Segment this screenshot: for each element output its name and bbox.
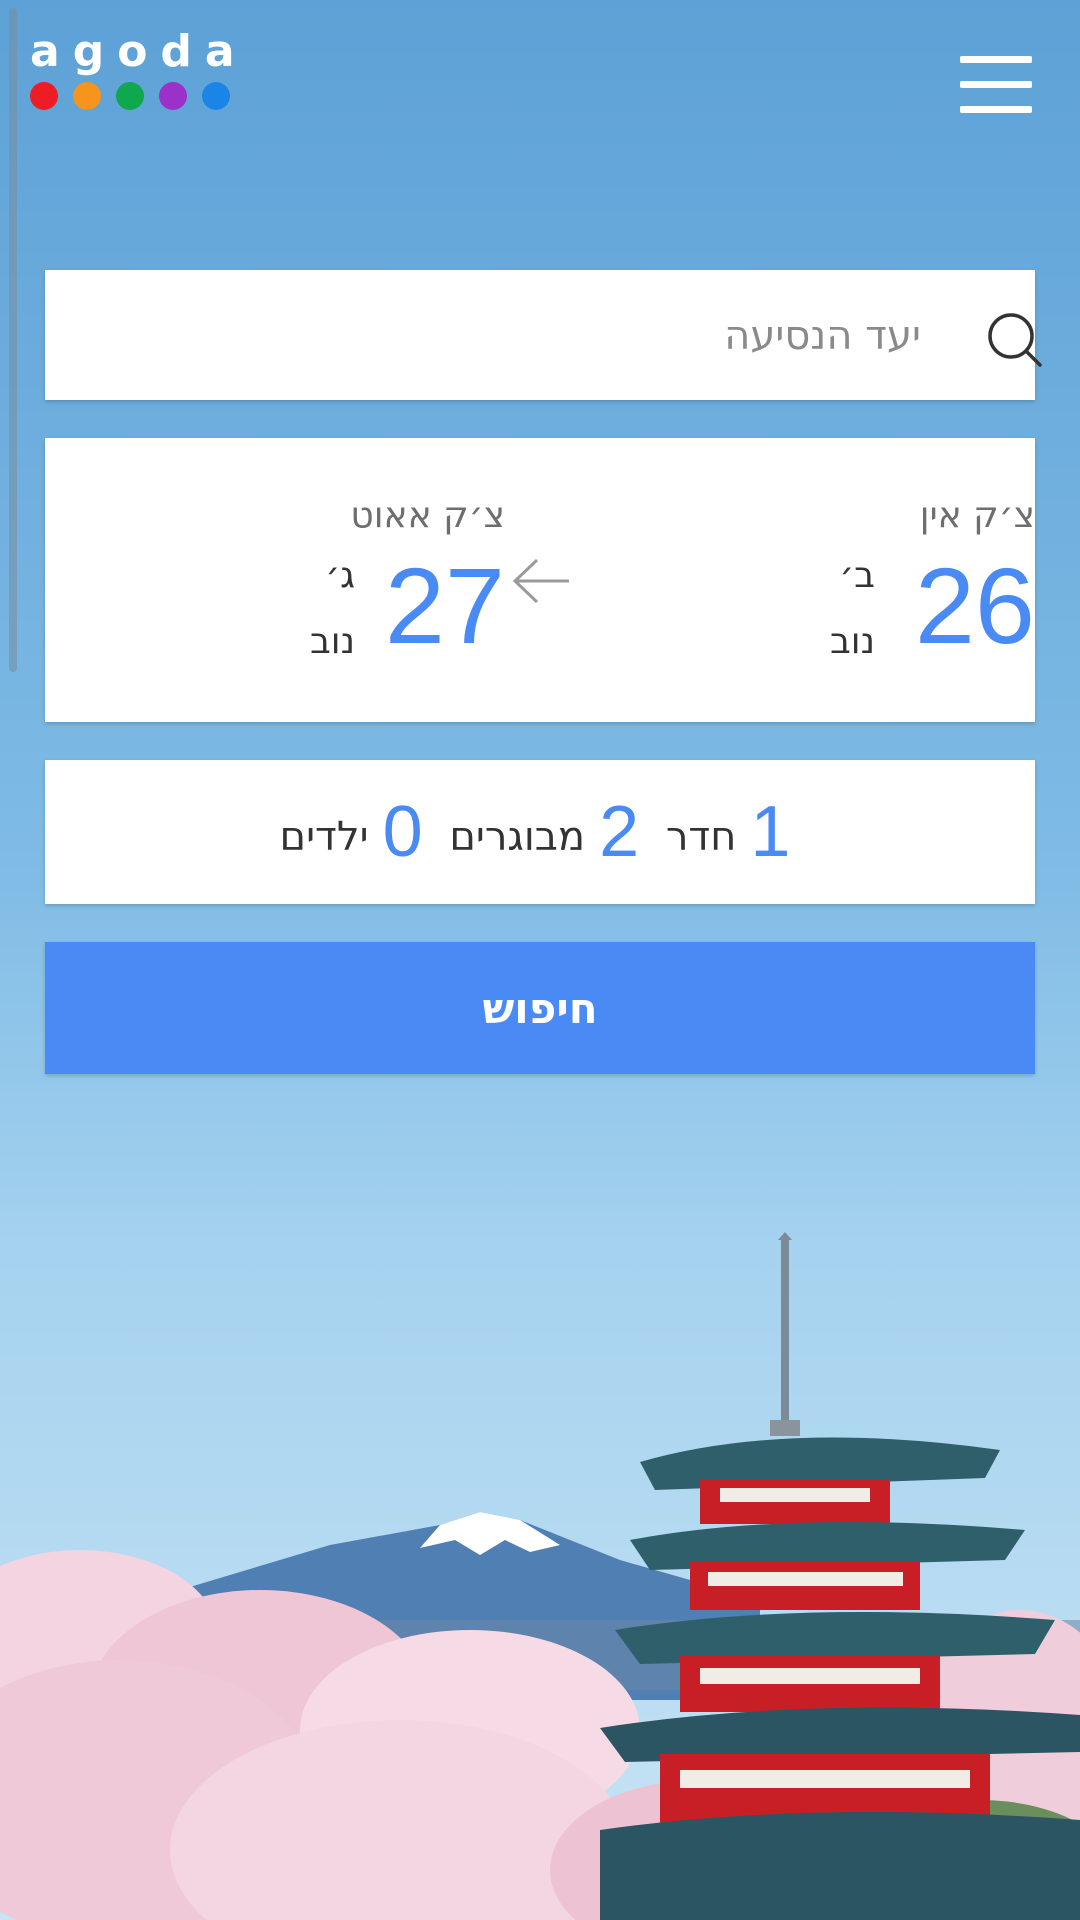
agoda-logo[interactable]: agoda — [30, 26, 240, 116]
checkin-month: נוב — [829, 621, 875, 662]
menu-bar-bottom — [960, 106, 1032, 113]
adults-label: מבוגרים — [449, 814, 586, 860]
arrow-left-icon — [512, 558, 569, 604]
hamburger-menu-icon[interactable] — [954, 52, 1032, 118]
occupancy-summary: 1חדר 2מבוגרים 0ילדים — [45, 796, 1035, 869]
logo-dot-green — [116, 82, 144, 110]
search-icon — [988, 313, 1042, 367]
logo-dot-red — [30, 82, 58, 110]
checkout-day: 27 — [384, 545, 505, 666]
menu-bar-middle — [960, 81, 1032, 88]
checkout-date[interactable]: צ׳ק אאוט 27 ג׳ נוב — [205, 438, 505, 722]
checkout-weekday: ג׳ — [325, 555, 355, 596]
dates-selector: צ׳ק אין 26 ב׳ נוב צ׳ק אאוט 27 ג׳ נוב — [45, 438, 1035, 722]
checkin-weekday: ב׳ — [839, 555, 875, 596]
scroll-indicator[interactable] — [9, 8, 17, 672]
rooms-label: חדר — [665, 814, 737, 860]
checkin-label: צ׳ק אין — [919, 495, 1035, 536]
children-label: ילדים — [279, 814, 369, 860]
children-count: 0 — [382, 792, 423, 872]
logo-text: agoda — [30, 26, 248, 77]
logo-dots — [30, 82, 230, 110]
rooms-count: 1 — [750, 792, 791, 872]
checkout-label: צ׳ק אאוט — [350, 495, 505, 536]
checkout-month: נוב — [309, 621, 355, 662]
occupancy-selector[interactable]: 1 חדר 2 מבוגרים 0 ילדים — [45, 760, 1035, 904]
destination-placeholder: יעד הנסיעה — [724, 313, 921, 359]
logo-dot-orange — [73, 82, 101, 110]
checkin-day: 26 — [914, 545, 1035, 666]
logo-dot-purple — [159, 82, 187, 110]
destination-search-field[interactable]: יעד הנסיעה — [45, 270, 1042, 400]
logo-dot-blue — [202, 82, 230, 110]
search-button[interactable]: חיפוש — [45, 942, 1035, 1074]
menu-bar-top — [960, 56, 1032, 63]
checkin-date[interactable]: צ׳ק אין 26 ב׳ נוב — [735, 438, 1035, 722]
adults-count: 2 — [599, 792, 640, 872]
